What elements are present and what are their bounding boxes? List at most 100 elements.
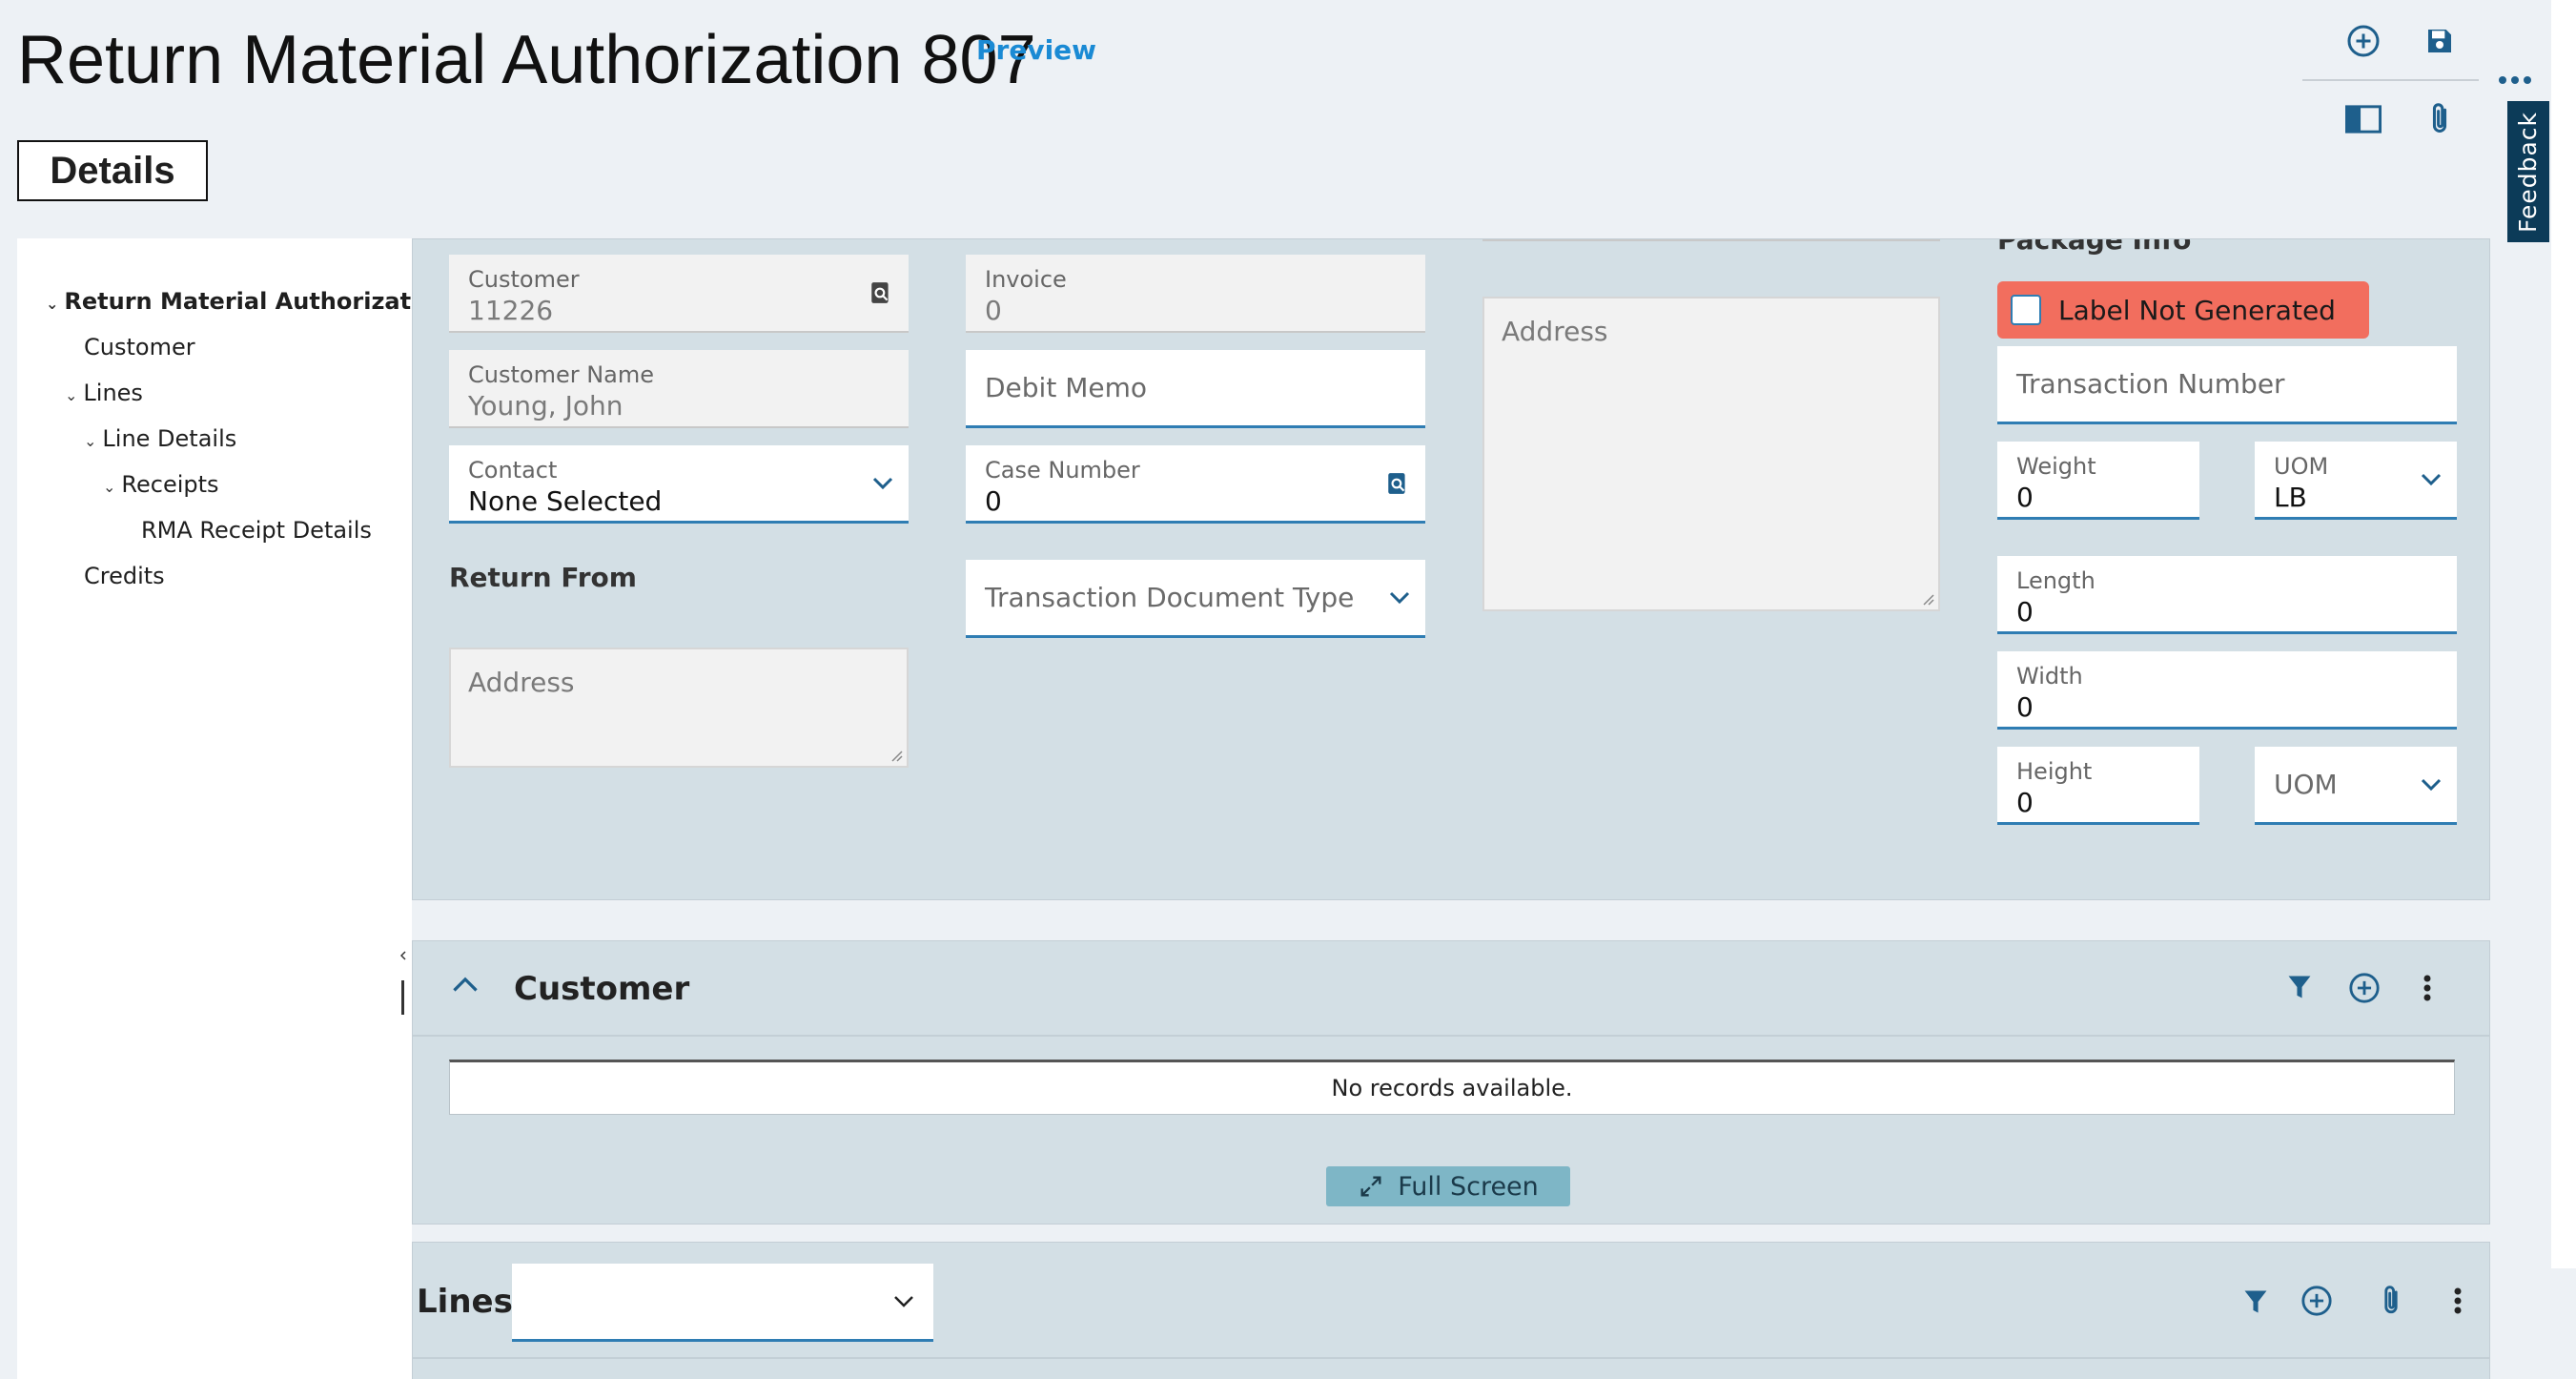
chevron-down-icon: ⌄ [84,432,97,450]
lines-header-divider [413,1357,2489,1359]
customer-grid-empty: No records available. [449,1060,2455,1115]
weight-label: Weight [2016,453,2096,480]
toolbar-divider [2302,79,2479,81]
weight-input[interactable]: Weight 0 [1997,442,2199,520]
label-not-generated-checkbox[interactable]: Label Not Generated [1997,281,2369,339]
tree-item-customer[interactable]: Customer [84,334,195,360]
chevron-down-icon: ⌄ [65,386,78,404]
panel-splitter[interactable] [400,944,406,1020]
case-number-value: 0 [985,485,1002,517]
return-from-address-input[interactable]: Address [449,648,909,768]
more-actions-button[interactable] [2486,53,2544,107]
case-number-label: Case Number [985,457,1140,484]
length-label: Length [2016,567,2096,594]
invoice-label: Invoice [985,266,1067,293]
tree-item-label: Lines [83,380,143,406]
tree-item-label: Line Details [102,425,237,452]
return-from-address-placeholder: Address [468,667,575,698]
weight-uom-label: UOM [2274,453,2329,480]
chevron-down-icon: ⌄ [103,478,116,496]
details-tab[interactable]: Details [17,140,208,201]
length-value: 0 [2016,596,2034,628]
transaction-number-input[interactable]: Transaction Number [1997,346,2457,424]
page-title: Return Material Authorization 807 [17,22,1036,98]
customer-field[interactable]: Customer 11226 [449,255,909,333]
address-input[interactable]: Address [1482,297,1940,611]
save-icon [2428,30,2451,52]
preview-link[interactable]: Preview [976,34,1096,66]
save-button[interactable] [2414,15,2465,67]
debit-memo-input[interactable]: Debit Memo [966,350,1425,428]
invoice-field[interactable]: Invoice 0 [966,255,1425,333]
width-label: Width [2016,663,2083,690]
panel-toggle-button[interactable] [2338,93,2389,145]
more-vertical-icon[interactable] [2423,974,2432,1002]
chevron-down-icon [1389,591,1410,605]
plus-circle-icon[interactable] [2348,972,2381,1004]
tree-item-label: Credits [84,563,165,589]
splitter-icon [400,951,406,1015]
paperclip-icon[interactable] [2379,1285,2403,1317]
customer-section: Customer No records available. Full Scre… [412,940,2490,1225]
plus-circle-icon[interactable] [2300,1285,2333,1317]
tree-item-credits[interactable]: Credits [84,563,165,589]
resize-grip-icon [1923,594,1934,606]
width-value: 0 [2016,691,2034,723]
more-vertical-icon[interactable] [2453,1286,2463,1315]
clipped-field-edge [1482,239,1940,241]
chevron-up-icon[interactable] [451,976,480,993]
transaction-document-type-select[interactable]: Transaction Document Type [966,560,1425,638]
package-info-heading: Package Info [1997,238,2192,256]
chevron-down-icon [2421,473,2442,486]
contact-select[interactable]: Contact None Selected [449,445,909,524]
add-record-button[interactable] [2338,15,2389,67]
filter-icon[interactable] [2287,974,2312,1000]
chevron-down-icon [893,1295,914,1308]
lines-section: Lines [412,1242,2490,1379]
plus-circle-icon [2347,25,2380,57]
chevron-down-icon: ⌄ [46,295,59,313]
feedback-label: Feedback [2514,111,2543,233]
weight-value: 0 [2016,482,2034,513]
expand-icon [1360,1176,1381,1197]
checkbox[interactable] [2011,295,2041,325]
lines-view-select[interactable] [512,1264,933,1342]
more-horizontal-icon [2499,76,2531,84]
customer-value: 11226 [468,295,554,326]
customer-name-field[interactable]: Customer Name Young, John [449,350,909,428]
customer-name-value: Young, John [468,390,624,422]
resize-grip-icon [891,751,903,762]
tree-item-rma[interactable]: ⌄ Return Material Authorization { [46,288,412,315]
weight-uom-select[interactable]: UOM LB [2255,442,2457,520]
tree-item-line-details[interactable]: ⌄ Line Details [84,425,236,452]
length-input[interactable]: Length 0 [1997,556,2457,634]
customer-section-title: Customer [514,970,690,1008]
chevron-down-icon [872,477,893,490]
lookup-icon[interactable] [869,280,893,305]
weight-uom-value: LB [2274,482,2307,513]
case-number-field[interactable]: Case Number 0 [966,445,1425,524]
tree-item-label: RMA Receipt Details [141,517,372,544]
attach-button[interactable] [2414,93,2465,145]
contact-label: Contact [468,457,558,484]
height-value: 0 [2016,787,2034,818]
feedback-tab[interactable]: Feedback [2507,101,2549,242]
contact-value: None Selected [468,485,663,517]
transaction-document-type-placeholder: Transaction Document Type [985,582,1355,613]
width-input[interactable]: Width 0 [1997,651,2457,730]
page-scrollbar[interactable] [2551,0,2576,1268]
tree-item-label: Receipts [121,471,219,498]
height-label: Height [2016,758,2093,785]
lookup-icon[interactable] [1385,471,1410,496]
full-screen-label: Full Screen [1398,1171,1539,1202]
tree-item-rma-receipt-details[interactable]: RMA Receipt Details [141,517,372,544]
rma-form-panel: Customer 11226 Customer Name Young, John… [412,238,2490,900]
return-from-heading: Return From [449,562,637,593]
dimension-uom-select[interactable]: UOM [2255,747,2457,825]
filter-icon[interactable] [2243,1288,2268,1315]
height-input[interactable]: Height 0 [1997,747,2199,825]
tree-item-lines[interactable]: ⌄ Lines [65,380,143,406]
full-screen-button[interactable]: Full Screen [1326,1166,1570,1206]
tree-item-receipts[interactable]: ⌄ Receipts [103,471,219,498]
tree-item-label: Customer [84,334,195,360]
